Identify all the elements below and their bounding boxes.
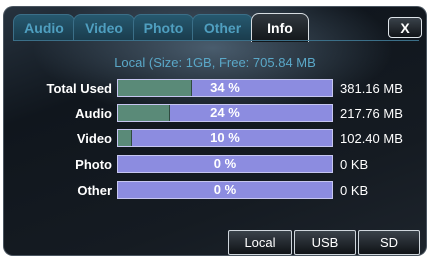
storage-info-panel: Audio Video Photo Other Info X Local (Si… <box>3 6 427 256</box>
storage-row-photo: Photo 0 % 0 KB <box>3 155 427 175</box>
storage-row-total-used: Total Used 34 % 381.16 MB <box>3 79 427 99</box>
close-button[interactable]: X <box>388 17 422 38</box>
tab-info-label: Info <box>267 20 293 36</box>
tab-video[interactable]: Video <box>73 14 135 41</box>
tab-divider <box>13 40 419 41</box>
storage-row-other: Other 0 % 0 KB <box>3 181 427 201</box>
row-label: Photo <box>75 157 112 172</box>
local-button-label: Local <box>244 235 276 250</box>
row-label: Video <box>76 131 112 146</box>
tab-photo-label: Photo <box>143 20 184 36</box>
usage-percent: 34 % <box>210 80 240 95</box>
tab-other[interactable]: Other <box>192 14 253 41</box>
usage-bar: 34 % <box>117 79 333 97</box>
row-label: Total Used <box>46 81 113 96</box>
used-size: 0 KB <box>340 157 369 172</box>
usage-percent: 0 % <box>213 156 237 171</box>
usage-percent: 10 % <box>210 130 240 145</box>
usage-bar: 0 % <box>117 181 333 199</box>
sd-button-label: SD <box>379 235 399 250</box>
usb-button-label: USB <box>311 235 339 250</box>
storage-row-video: Video 10 % 102.40 MB <box>3 129 427 149</box>
row-label: Other <box>77 183 112 198</box>
tab-other-label: Other <box>203 20 242 36</box>
tab-audio-label: Audio <box>24 20 64 36</box>
tab-video-label: Video <box>85 20 123 36</box>
row-label: Audio <box>75 106 112 121</box>
used-size: 381.16 MB <box>340 81 403 96</box>
usage-bar: 10 % <box>117 129 333 147</box>
usb-button[interactable]: USB <box>294 230 356 255</box>
usage-bar: 0 % <box>117 155 333 173</box>
tab-audio[interactable]: Audio <box>13 14 75 41</box>
close-icon: X <box>400 19 410 36</box>
sd-button[interactable]: SD <box>358 230 420 255</box>
usage-percent: 24 % <box>210 105 240 120</box>
storage-row-audio: Audio 24 % 217.76 MB <box>3 104 427 124</box>
used-size: 102.40 MB <box>340 131 403 146</box>
tab-photo[interactable]: Photo <box>133 14 194 41</box>
usage-percent: 0 % <box>213 182 237 197</box>
local-button[interactable]: Local <box>228 230 292 255</box>
storage-summary: Local (Size: 1GB, Free: 705.84 MB <box>114 55 316 70</box>
used-size: 217.76 MB <box>340 106 403 121</box>
used-size: 0 KB <box>340 183 369 198</box>
usage-bar: 24 % <box>117 104 333 122</box>
tab-info[interactable]: Info <box>251 13 309 42</box>
